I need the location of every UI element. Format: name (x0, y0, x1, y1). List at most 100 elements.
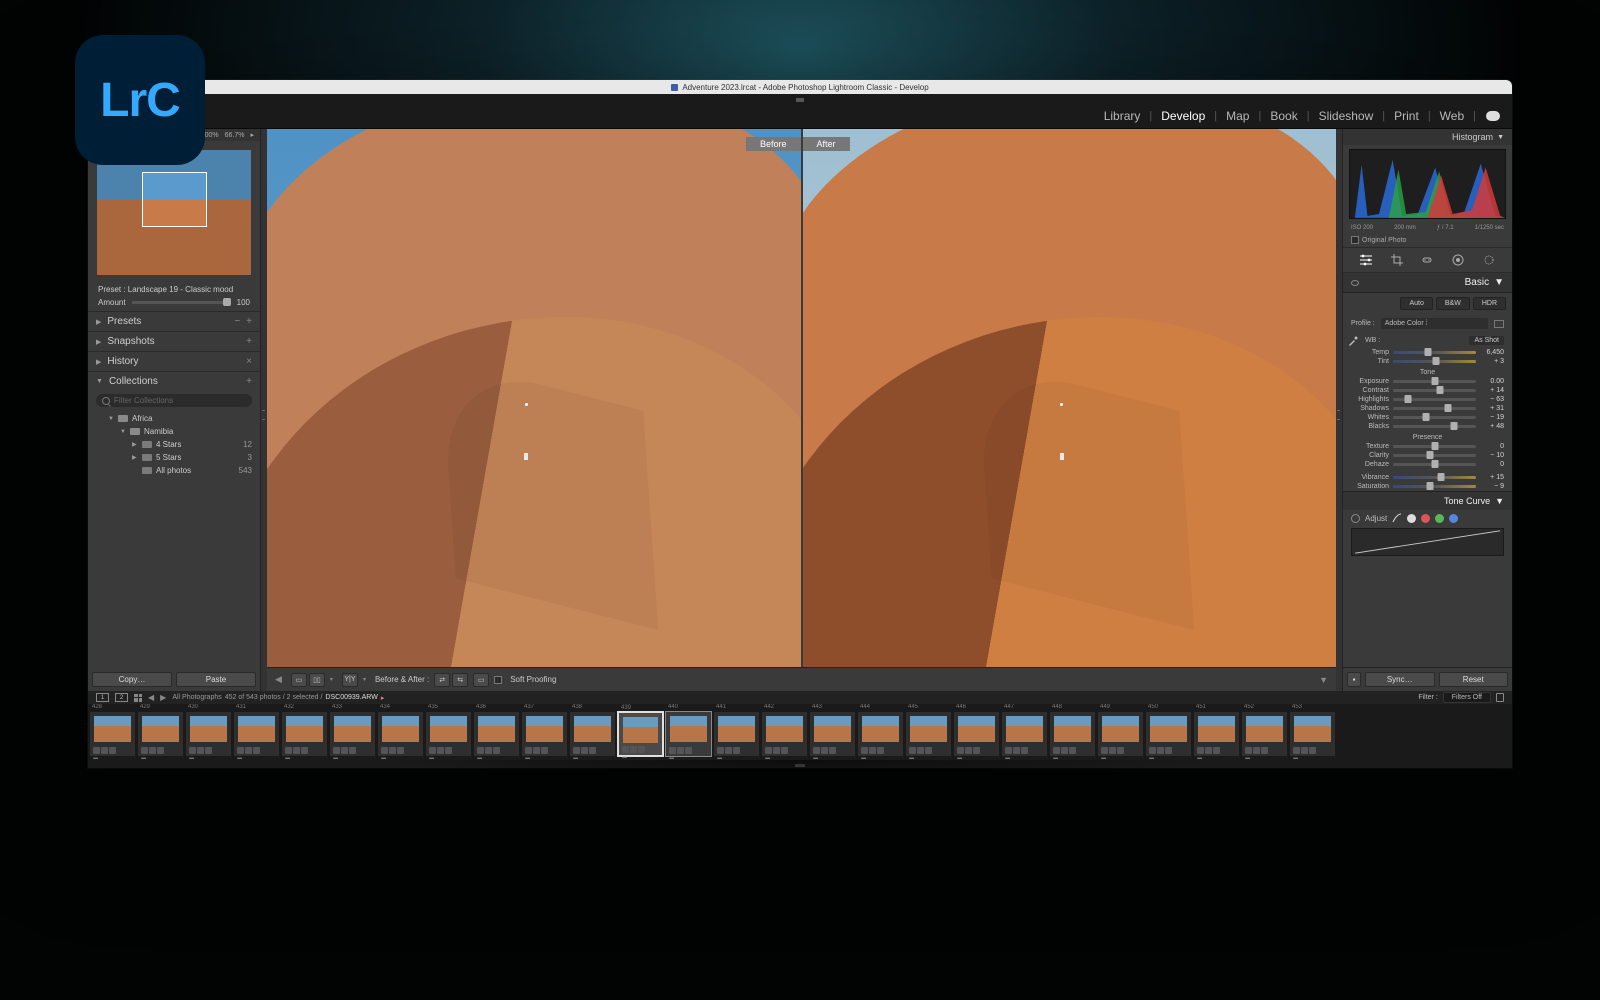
curve-green-icon[interactable] (1435, 514, 1444, 523)
thumbnail[interactable]: 445• • • • (905, 711, 952, 757)
sync-button[interactable]: Sync… (1365, 672, 1435, 687)
thumbnail[interactable]: 437• • • • (521, 711, 568, 757)
module-develop[interactable]: Develop (1159, 109, 1207, 123)
thumbnail[interactable]: 453• • • • (1289, 711, 1336, 757)
histogram[interactable] (1349, 149, 1506, 219)
module-library[interactable]: Library (1102, 109, 1143, 123)
mask-icon[interactable] (1451, 253, 1465, 267)
history-section-head[interactable]: ▶History × (88, 352, 260, 371)
navigator-zoom[interactable]: 66.7% (225, 132, 245, 139)
tree-item-africa[interactable]: ▼Africa (92, 412, 256, 425)
primary-monitor-button[interactable]: 1 (96, 693, 109, 702)
bw-button[interactable]: B&W (1436, 297, 1470, 310)
navigator-viewport-rect[interactable] (142, 172, 207, 227)
before-view[interactable]: Before (267, 129, 803, 667)
presets-section-head[interactable]: ▶Presets −+ (88, 312, 260, 331)
copy-ba-button[interactable]: ⇆ (452, 673, 468, 687)
slider-saturation[interactable]: Saturation− 9 (1343, 482, 1512, 491)
thumbnail[interactable]: 434• • • • (377, 711, 424, 757)
auto-button[interactable]: Auto (1400, 297, 1432, 310)
top-panel-grip[interactable] (88, 94, 1512, 103)
target-adjust-icon[interactable] (1351, 514, 1360, 523)
original-photo-checkbox[interactable] (1351, 236, 1359, 244)
collections-search[interactable]: Filter Collections (96, 394, 252, 407)
curve-red-icon[interactable] (1421, 514, 1430, 523)
hdr-button[interactable]: HDR (1473, 297, 1506, 310)
thumbnail[interactable]: 430• • • • (185, 711, 232, 757)
filter-lock-icon[interactable] (1496, 693, 1504, 702)
close-icon[interactable]: × (246, 356, 252, 367)
thumbnail[interactable]: 433• • • • (329, 711, 376, 757)
plus-icon[interactable]: + (246, 336, 252, 347)
secondary-monitor-button[interactable]: 2 (115, 693, 128, 702)
thumbnail[interactable]: 432• • • • (281, 711, 328, 757)
module-slideshow[interactable]: Slideshow (1317, 109, 1376, 123)
tone-curve-graph[interactable] (1351, 528, 1504, 556)
slider-contrast[interactable]: Contrast+ 14 (1343, 386, 1512, 395)
slider-shadows[interactable]: Shadows+ 31 (1343, 404, 1512, 413)
curve-rgb-icon[interactable] (1407, 514, 1416, 523)
soft-proofing-checkbox[interactable] (494, 676, 502, 684)
paste-button[interactable]: Paste (176, 672, 256, 687)
point-curve-icon[interactable] (1392, 513, 1402, 523)
wb-select[interactable]: As Shot (1469, 336, 1504, 345)
module-map[interactable]: Map (1224, 109, 1251, 123)
plus-icon[interactable]: + (246, 376, 252, 387)
slider-temp[interactable]: Temp6,450 (1343, 348, 1512, 357)
tree-item-5stars[interactable]: ▶5 Stars3 (92, 451, 256, 464)
thumbnail[interactable]: 449• • • • (1097, 711, 1144, 757)
module-print[interactable]: Print (1392, 109, 1421, 123)
redeye-icon[interactable] (1482, 253, 1496, 267)
thumbnail[interactable]: 450• • • • (1145, 711, 1192, 757)
profile-select[interactable]: Adobe Color ⁞ (1381, 318, 1488, 329)
after-view[interactable]: After (803, 129, 1337, 667)
slider-texture[interactable]: Texture0 (1343, 442, 1512, 451)
tree-item-namibia[interactable]: ▼Namibia (92, 425, 256, 438)
thumbnail[interactable]: 435• • • • (425, 711, 472, 757)
module-web[interactable]: Web (1438, 109, 1466, 123)
thumbnail[interactable]: 447• • • • (1001, 711, 1048, 757)
thumbnail[interactable]: 431• • • • (233, 711, 280, 757)
minus-icon[interactable]: − (234, 316, 240, 327)
reset-button[interactable]: Reset (1439, 672, 1509, 687)
healing-icon[interactable] (1420, 253, 1434, 267)
edit-sliders-icon[interactable] (1359, 253, 1373, 267)
thumbnail[interactable]: 436• • • • (473, 711, 520, 757)
eyedropper-icon[interactable] (1347, 335, 1359, 347)
curve-blue-icon[interactable] (1449, 514, 1458, 523)
grid-view-icon[interactable] (134, 694, 142, 702)
plus-icon[interactable]: + (246, 316, 252, 327)
thumbnail[interactable]: 439• • • • (617, 711, 664, 757)
basic-panel-header[interactable]: Basic▼ (1343, 273, 1512, 293)
navigator-menu-icon[interactable]: ▸ (250, 131, 254, 139)
copy-button[interactable]: Copy… (92, 672, 172, 687)
slider-dehaze[interactable]: Dehaze0 (1343, 460, 1512, 469)
cloud-sync-icon[interactable] (1486, 111, 1500, 121)
tree-item-all[interactable]: All photos543 (92, 464, 256, 477)
nav-back-icon[interactable]: ◀ (148, 693, 154, 702)
slider-blacks[interactable]: Blacks+ 48 (1343, 422, 1512, 431)
slider-exposure[interactable]: Exposure0.00 (1343, 377, 1512, 386)
slider-highlights[interactable]: Highlights− 63 (1343, 395, 1512, 404)
filter-preset-select[interactable]: Filters Off (1443, 692, 1491, 703)
profile-browser-icon[interactable] (1494, 320, 1504, 328)
right-panel-handle[interactable] (1336, 129, 1342, 691)
crop-icon[interactable] (1390, 253, 1404, 267)
toolbar-menu-icon[interactable]: ▼ (1319, 675, 1328, 685)
view-yy-button[interactable]: Y|Y (342, 673, 358, 687)
thumbnail[interactable]: 428• • • • (89, 711, 136, 757)
thumbnail[interactable]: 440• • • • (665, 711, 712, 757)
collections-section-head[interactable]: ▼Collections + (88, 372, 260, 391)
view-split-h-button[interactable]: ▯▯ (309, 673, 325, 687)
tree-item-4stars[interactable]: ▶4 Stars12 (92, 438, 256, 451)
snapshots-section-head[interactable]: ▶Snapshots + (88, 332, 260, 351)
thumbnail[interactable]: 438• • • • (569, 711, 616, 757)
copy-settings-button[interactable]: ▭ (473, 673, 489, 687)
view-loupe-button[interactable]: ▭ (291, 673, 307, 687)
thumbnail[interactable]: 443• • • • (809, 711, 856, 757)
tone-curve-header[interactable]: Tone Curve▼ (1343, 491, 1512, 510)
module-book[interactable]: Book (1268, 109, 1299, 123)
eye-icon[interactable] (1351, 280, 1359, 286)
thumbnail[interactable]: 451• • • • (1193, 711, 1240, 757)
loupe-arrow-icon[interactable]: ◀ (275, 674, 282, 685)
